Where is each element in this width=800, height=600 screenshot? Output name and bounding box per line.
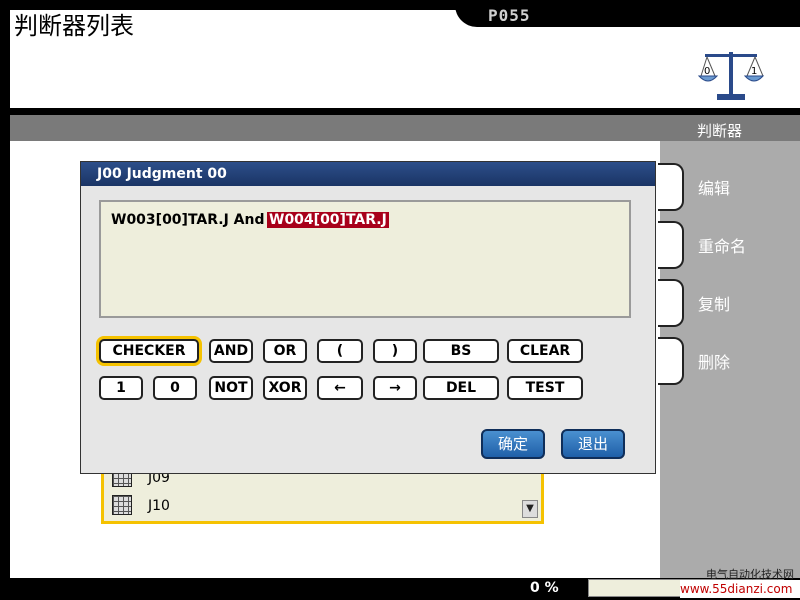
backspace-key[interactable]: BS [423, 339, 499, 363]
balance-scale-icon: 0 1 [697, 46, 765, 104]
page-code: P055 [488, 6, 531, 25]
watermark-url: www.55dianzi.com [680, 580, 800, 598]
menu-item-copy[interactable]: 复制 [658, 279, 800, 327]
not-key[interactable]: NOT [209, 376, 253, 400]
expression-selected-text: W004[00]TAR.J [267, 212, 389, 228]
one-key[interactable]: 1 [99, 376, 143, 400]
menu-label-delete: 删除 [698, 353, 731, 372]
progress-text: 0 % [530, 580, 559, 596]
table-icon [112, 495, 132, 515]
edit-icon [658, 163, 684, 211]
section-label: 判断器 [696, 122, 742, 140]
menu-item-rename[interactable]: 重命名 [658, 221, 800, 269]
dialog-title-bar: J00 Judgment 00 [81, 162, 655, 186]
zero-key[interactable]: 0 [153, 376, 197, 400]
expression-text: W003[00]TAR.J And [111, 212, 265, 228]
expression-field[interactable]: W003[00]TAR.J And W004[00]TAR.J [99, 200, 631, 318]
delete-key[interactable]: DEL [423, 376, 499, 400]
arrow-left-key[interactable]: ← [317, 376, 363, 400]
copy-icon [658, 279, 684, 327]
menu-label-copy: 复制 [698, 295, 731, 314]
menu-item-edit[interactable]: 编辑 [658, 163, 800, 211]
dialog-title: J00 Judgment 00 [97, 166, 227, 182]
open-paren-key[interactable]: ( [317, 339, 363, 363]
arrow-right-key[interactable]: → [373, 376, 417, 400]
or-key[interactable]: OR [263, 339, 307, 363]
clear-key[interactable]: CLEAR [507, 339, 583, 363]
trash-icon [658, 337, 684, 385]
list-item-label: J10 [148, 498, 170, 514]
scroll-down-button[interactable]: ▼ [522, 500, 538, 518]
and-key[interactable]: AND [209, 339, 253, 363]
close-paren-key[interactable]: ) [373, 339, 417, 363]
checker-key[interactable]: CHECKER [99, 339, 199, 363]
test-key[interactable]: TEST [507, 376, 583, 400]
svg-text:0: 0 [704, 66, 710, 77]
menu-item-delete[interactable]: 删除 [658, 337, 800, 385]
svg-text:1: 1 [751, 66, 757, 77]
page-title: 判断器列表 [14, 12, 134, 40]
menu-label-rename: 重命名 [698, 237, 747, 256]
section-bar [10, 115, 800, 141]
xor-key[interactable]: XOR [263, 376, 307, 400]
rename-icon [658, 221, 684, 269]
judgment-dialog: J00 Judgment 00 W003[00]TAR.J And W004[0… [80, 161, 656, 474]
exit-button[interactable]: 退出 [561, 429, 625, 459]
menu-label-edit: 编辑 [698, 179, 731, 198]
list-item[interactable]: J10 [108, 493, 528, 519]
side-menu: 编辑 重命名 复制 删除 [658, 141, 800, 578]
ok-button[interactable]: 确定 [481, 429, 545, 459]
